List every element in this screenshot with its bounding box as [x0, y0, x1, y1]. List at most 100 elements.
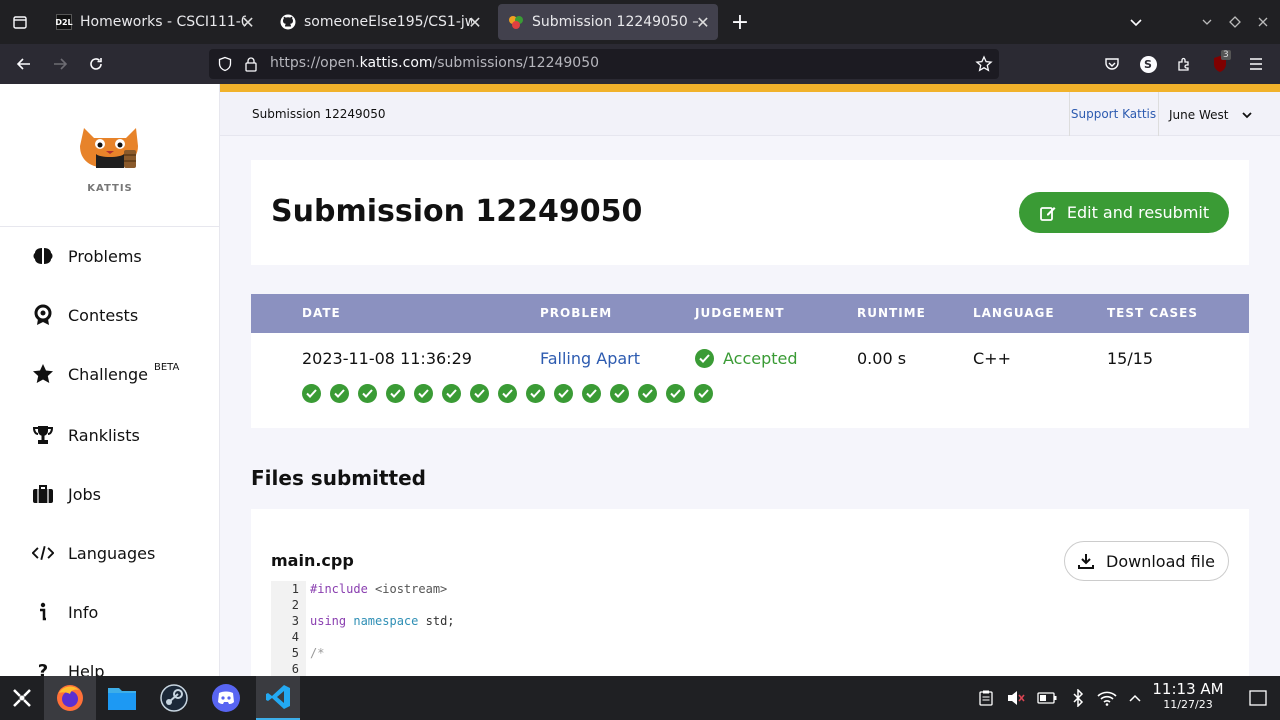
- info-icon: [32, 601, 54, 623]
- sidebar-item-info[interactable]: Info: [32, 597, 98, 627]
- address-bar[interactable]: https://open.kattis.com/submissions/1224…: [209, 49, 999, 79]
- column-header: LANGUAGE: [973, 306, 1055, 320]
- kattis-favicon: [508, 14, 524, 30]
- new-tab-icon[interactable]: +: [724, 6, 756, 38]
- app-launcher-icon[interactable]: [0, 676, 44, 720]
- tab-homeworks[interactable]: D2L Homeworks - CSCI111-002 ✕: [48, 0, 263, 44]
- chevron-down-icon: [1242, 112, 1252, 119]
- tab-github[interactable]: someoneElse195/CS1-jwest ✕: [272, 0, 490, 44]
- tab-list-icon[interactable]: [4, 6, 36, 38]
- sidebar-item-contests[interactable]: Contests: [32, 300, 138, 330]
- test-case-passed-icon[interactable]: [582, 384, 601, 403]
- kattis-logo[interactable]: [78, 124, 142, 170]
- bookmark-star-icon[interactable]: [975, 55, 993, 77]
- close-tab-icon[interactable]: ✕: [239, 13, 257, 32]
- test-case-passed-icon[interactable]: [414, 384, 433, 403]
- chevron-down-icon[interactable]: [1120, 6, 1152, 38]
- pocket-icon[interactable]: [1096, 48, 1128, 80]
- line-number: 2: [291, 598, 299, 612]
- download-icon: [1078, 554, 1094, 569]
- tab-title: someoneElse195/CS1-jwest: [304, 14, 472, 30]
- close-tab-icon[interactable]: ✕: [694, 13, 712, 32]
- beta-badge: BETA: [154, 361, 180, 373]
- test-case-passed-icon[interactable]: [526, 384, 545, 403]
- discord-icon[interactable]: [204, 676, 248, 720]
- support-link[interactable]: Support Kattis: [1069, 107, 1158, 121]
- shield-icon[interactable]: [217, 56, 233, 76]
- problem-link[interactable]: Falling Apart: [540, 349, 640, 368]
- taskbar: 11:13 AM 11/27/23: [0, 676, 1280, 720]
- clock[interactable]: 11:13 AM 11/27/23: [1150, 680, 1226, 712]
- show-desktop-icon[interactable]: [1236, 676, 1280, 720]
- sidebar: KATTIS Problems Contests Challenge BETA …: [0, 84, 220, 682]
- vscode-icon[interactable]: [256, 676, 300, 720]
- test-case-passed-icon[interactable]: [638, 384, 657, 403]
- sidebar-item-label: Ranklists: [68, 425, 140, 445]
- close-tab-icon[interactable]: ✕: [466, 13, 484, 32]
- sidebar-item-ranklists[interactable]: Ranklists: [32, 420, 140, 450]
- sidebar-item-label: Info: [68, 602, 99, 622]
- sidebar-item-label: Jobs: [68, 484, 101, 504]
- sidebar-item-challenge[interactable]: Challenge BETA: [32, 359, 179, 389]
- user-name: June West: [1169, 108, 1229, 122]
- test-case-passed-icon[interactable]: [442, 384, 461, 403]
- line-number: 4: [291, 630, 299, 644]
- test-case-passed-icon[interactable]: [498, 384, 517, 403]
- test-case-passed-icon[interactable]: [554, 384, 573, 403]
- reload-icon[interactable]: [80, 48, 112, 80]
- sidebar-item-jobs[interactable]: Jobs: [32, 479, 101, 509]
- lock-icon[interactable]: [244, 56, 258, 76]
- back-arrow-icon[interactable]: [8, 48, 40, 80]
- browser-tab-bar: D2L Homeworks - CSCI111-002 ✕ someoneEls…: [0, 0, 1280, 44]
- test-case-passed-icon[interactable]: [358, 384, 377, 403]
- tab-title: Homeworks - CSCI111-002: [80, 14, 246, 30]
- menu-icon[interactable]: [1240, 48, 1272, 80]
- column-header: DATE: [302, 306, 341, 320]
- divider: [1158, 92, 1159, 136]
- test-case-passed-icon[interactable]: [386, 384, 405, 403]
- edit-icon: [1039, 206, 1056, 221]
- page-header: Submission 12249050 Support Kattis June …: [220, 92, 1280, 136]
- line-number: 3: [291, 614, 299, 628]
- extensions-icon[interactable]: [1168, 48, 1200, 80]
- tab-submission[interactable]: Submission 12249050 – Kattis ✕: [498, 4, 718, 40]
- brand-name: KATTIS: [87, 183, 133, 194]
- sidebar-item-label: Challenge: [68, 364, 148, 384]
- account-icon[interactable]: S: [1132, 48, 1164, 80]
- ublock-icon[interactable]: 3: [1204, 48, 1236, 80]
- sidebar-item-languages[interactable]: Languages: [32, 538, 155, 568]
- column-header: RUNTIME: [857, 306, 926, 320]
- file-manager-icon[interactable]: [100, 676, 144, 720]
- test-case-passed-icon[interactable]: [470, 384, 489, 403]
- test-case-passed-icon[interactable]: [694, 384, 713, 403]
- test-case-passed-icon[interactable]: [330, 384, 349, 403]
- download-file-button[interactable]: Download file: [1064, 541, 1229, 581]
- test-case-passed-icon[interactable]: [302, 384, 321, 403]
- tab-title: Submission 12249050 – Kattis: [532, 14, 698, 30]
- column-header: TEST CASES: [1107, 306, 1198, 320]
- test-cases-value: 15/15: [1107, 349, 1154, 368]
- sidebar-item-problems[interactable]: Problems: [32, 241, 142, 271]
- forward-arrow-icon[interactable]: [44, 48, 76, 80]
- test-case-passed-icon[interactable]: [666, 384, 685, 403]
- firefox-icon[interactable]: [44, 676, 96, 720]
- main-content: Submission 12249050 Support Kattis June …: [220, 92, 1280, 676]
- line-number: 6: [291, 662, 299, 676]
- divider: [0, 226, 220, 227]
- user-menu[interactable]: June West: [1169, 107, 1253, 123]
- test-case-passed-icon[interactable]: [610, 384, 629, 403]
- trophy-icon: [32, 424, 54, 446]
- files-heading: Files submitted: [251, 466, 426, 490]
- url-text[interactable]: https://open.kattis.com/submissions/1224…: [270, 55, 599, 71]
- code-line: using namespace std;: [310, 614, 455, 628]
- check-circle-icon: [695, 349, 714, 368]
- close-window-icon[interactable]: [1247, 6, 1279, 38]
- download-file-label: Download file: [1106, 551, 1215, 571]
- breadcrumb[interactable]: Submission 12249050: [252, 107, 386, 121]
- line-number: 5: [291, 646, 299, 660]
- edit-resubmit-button[interactable]: Edit and resubmit: [1019, 192, 1229, 233]
- submission-date: 2023-11-08 11:36:29: [302, 349, 472, 368]
- sidebar-item-label: Contests: [68, 305, 139, 325]
- steam-icon[interactable]: [152, 676, 196, 720]
- sidebar-item-label: Problems: [68, 246, 142, 266]
